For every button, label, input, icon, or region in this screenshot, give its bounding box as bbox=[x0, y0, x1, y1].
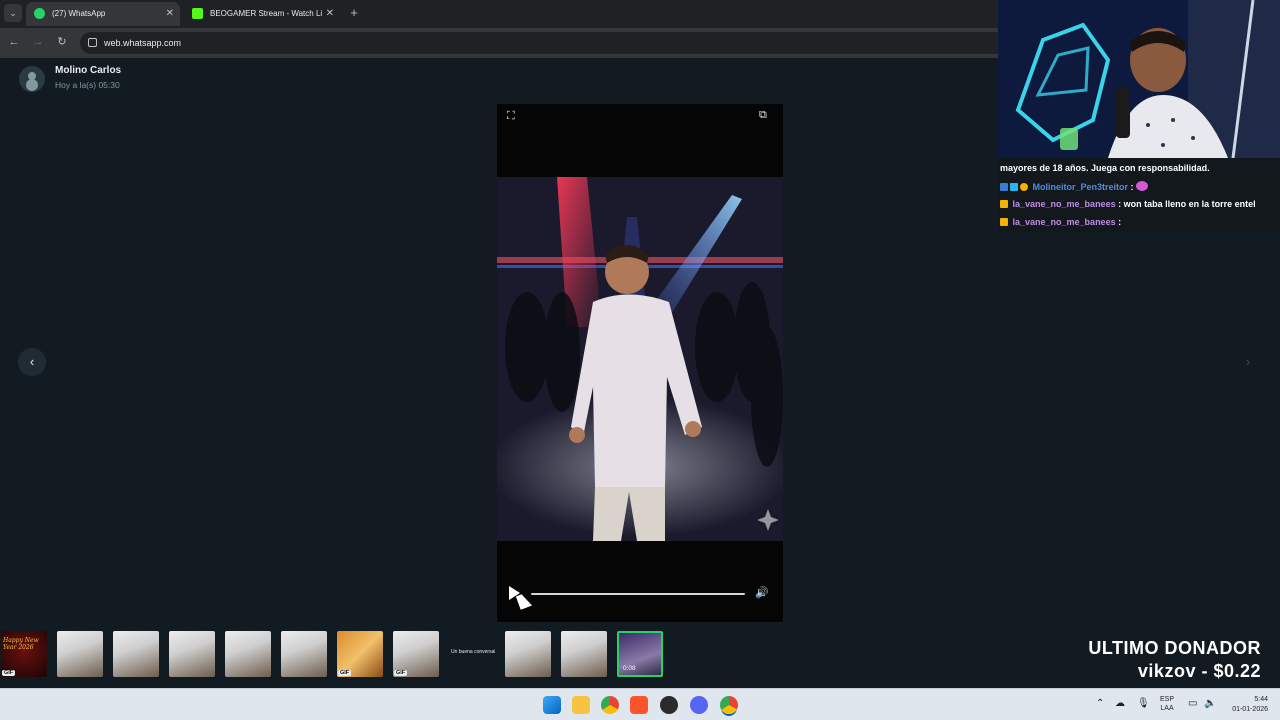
video-controls: 🔊 bbox=[497, 584, 783, 604]
chat-username[interactable]: la_vane_no_me_banees bbox=[1013, 217, 1116, 227]
video-frame[interactable] bbox=[497, 177, 783, 541]
emote-icon bbox=[1136, 181, 1149, 191]
whatsapp-favicon-icon bbox=[34, 8, 45, 19]
gif-badge: GIF bbox=[2, 670, 16, 676]
media-thumbnail[interactable]: Un buena conversal bbox=[449, 631, 495, 677]
gif-badge: GIF bbox=[394, 670, 408, 676]
media-thumbnail[interactable]: Happy New Year 2026 GIF bbox=[1, 631, 47, 677]
tab-search-button[interactable]: ⌄ bbox=[4, 4, 22, 22]
url-text: web.whatsapp.com bbox=[104, 38, 182, 48]
language-indicator[interactable]: ESP LAA bbox=[1160, 695, 1174, 713]
badge-icon bbox=[1000, 183, 1008, 191]
sender-name: Molino Carlos bbox=[55, 65, 122, 76]
media-thumbnail[interactable] bbox=[505, 631, 551, 677]
media-thumbnail[interactable] bbox=[169, 631, 215, 677]
tab-title: BEOGAMER Stream - Watch Li bbox=[210, 9, 323, 18]
stream-chat: mayores de 18 años. Juega con responsabi… bbox=[998, 158, 1280, 232]
obs-icon[interactable] bbox=[660, 696, 678, 714]
chrome-icon[interactable] bbox=[601, 696, 619, 714]
last-donor-title: ULTIMO DONADOR bbox=[1088, 638, 1261, 658]
thumbnail-label: Happy New Year 2026 bbox=[3, 637, 39, 651]
show-hidden-icons-icon[interactable]: ⌃ bbox=[1096, 698, 1104, 709]
windows-start-icon[interactable] bbox=[543, 696, 561, 714]
media-thumbnail[interactable] bbox=[225, 631, 271, 677]
webcam-overlay bbox=[998, 0, 1280, 158]
video-still bbox=[497, 177, 783, 541]
avatar[interactable] bbox=[19, 66, 45, 92]
site-info-icon[interactable] bbox=[88, 38, 97, 47]
video-duration: 0:08 bbox=[623, 665, 636, 672]
chat-text: : bbox=[1118, 217, 1122, 227]
media-thumbnail[interactable]: GIF bbox=[393, 631, 439, 677]
media-thumbnail[interactable] bbox=[281, 631, 327, 677]
chat-text: mayores de 18 años. Juega con responsabi… bbox=[1000, 163, 1210, 173]
speaker-icon[interactable]: 🔈 bbox=[1204, 698, 1216, 709]
crown-badge-icon bbox=[1000, 218, 1008, 226]
language-code: ESP bbox=[1160, 696, 1175, 703]
media-thumbnail[interactable]: GIF bbox=[337, 631, 383, 677]
chat-message: Molineitor_Pen3treitor : bbox=[1000, 181, 1150, 192]
clock-date: 01-01-2026 bbox=[1232, 706, 1268, 713]
close-tab-icon[interactable]: ✕ bbox=[166, 2, 174, 26]
kick-favicon-icon bbox=[192, 8, 203, 19]
chat-message: mayores de 18 años. Juega con responsabi… bbox=[1000, 163, 1210, 173]
chat-text: : won taba lleno en la torre entel bbox=[1118, 199, 1256, 209]
tab-whatsapp[interactable]: (27) WhatsApp ✕ bbox=[26, 2, 180, 26]
screen: ⌄ (27) WhatsApp ✕ BEOGAMER Stream - Watc… bbox=[0, 0, 1280, 720]
thumbnail-caption: Un buena conversal bbox=[451, 649, 495, 655]
media-thumbnail-strip: Happy New Year 2026 GIF GIF GIF Un buena con… bbox=[0, 622, 1000, 688]
seek-bar[interactable] bbox=[531, 593, 745, 595]
brave-icon[interactable] bbox=[630, 696, 648, 714]
new-tab-button[interactable]: + bbox=[346, 4, 362, 22]
media-thumbnail[interactable] bbox=[561, 631, 607, 677]
media-thumbnail[interactable] bbox=[113, 631, 159, 677]
previous-media-button[interactable]: ‹ bbox=[18, 348, 46, 376]
chat-message: la_vane_no_me_banees : won taba lleno en… bbox=[1000, 199, 1256, 209]
media-thumbnail[interactable] bbox=[57, 631, 103, 677]
tab-title: (27) WhatsApp bbox=[52, 9, 106, 18]
volume-icon[interactable]: 🔊 bbox=[755, 586, 769, 599]
badge-icon bbox=[1010, 183, 1018, 191]
last-donor-value: vikzov - $0.22 bbox=[1137, 661, 1261, 681]
system-clock[interactable]: 5:44 01-01-2026 bbox=[1222, 695, 1268, 715]
windows-taskbar: ⌃ ☁ 🎙 ESP LAA ▭ 🔈 5:44 01-01-2026 bbox=[0, 688, 1280, 720]
gif-badge: GIF bbox=[338, 670, 352, 676]
clock-time: 5:44 bbox=[1254, 696, 1268, 703]
video-player[interactable]: ⛶ ⧉ 🔊 bbox=[497, 104, 783, 624]
fullscreen-icon[interactable]: ⛶ bbox=[507, 110, 515, 123]
chat-message: la_vane_no_me_banees : bbox=[1000, 217, 1121, 227]
chrome-active-icon[interactable] bbox=[720, 696, 738, 714]
chat-text: : bbox=[1130, 182, 1134, 192]
network-icon[interactable]: ▭ bbox=[1188, 698, 1197, 709]
keyboard-layout: LAA bbox=[1160, 705, 1174, 712]
microphone-icon[interactable]: 🎙 bbox=[1137, 698, 1150, 709]
media-thumbnail[interactable]: 0:08 bbox=[617, 631, 663, 677]
crown-badge-icon bbox=[1000, 200, 1008, 208]
tab-beogamer-stream[interactable]: BEOGAMER Stream - Watch Li ✕ bbox=[184, 2, 340, 26]
chat-username[interactable]: la_vane_no_me_banees bbox=[1013, 199, 1116, 209]
webcam-feed bbox=[998, 0, 1280, 158]
picture-in-picture-icon[interactable]: ⧉ bbox=[759, 109, 767, 122]
cloud-off-icon[interactable]: ☁ bbox=[1115, 698, 1125, 709]
file-explorer-icon[interactable] bbox=[572, 696, 590, 714]
forward-arrow-icon[interactable]: → bbox=[31, 35, 45, 49]
chat-username[interactable]: Molineitor_Pen3treitor bbox=[1033, 182, 1129, 192]
next-media-button[interactable]: › bbox=[1234, 348, 1262, 376]
back-arrow-icon[interactable]: ← bbox=[7, 35, 21, 49]
badge-icon bbox=[1020, 183, 1028, 191]
sender-timestamp: Hoy a la(s) 05:30 bbox=[55, 80, 120, 90]
reload-icon[interactable]: ↻ bbox=[55, 35, 69, 49]
close-tab-icon[interactable]: ✕ bbox=[326, 2, 334, 26]
discord-icon[interactable] bbox=[690, 696, 708, 714]
